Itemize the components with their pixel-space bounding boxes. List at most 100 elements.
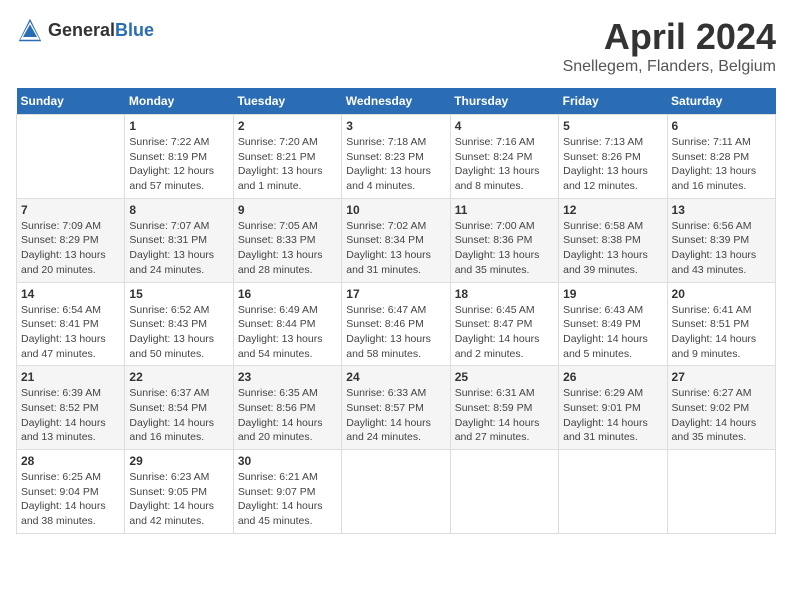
- day-info: Sunrise: 6:43 AM Sunset: 8:49 PM Dayligh…: [563, 303, 662, 362]
- calendar-cell: [17, 115, 125, 199]
- day-info: Sunrise: 7:05 AM Sunset: 8:33 PM Dayligh…: [238, 219, 337, 278]
- calendar-cell: 10 Sunrise: 7:02 AM Sunset: 8:34 PM Dayli…: [342, 198, 450, 282]
- day-number: 21: [21, 370, 120, 384]
- logo-text-general: General: [48, 20, 115, 40]
- day-number: 16: [238, 287, 337, 301]
- day-info: Sunrise: 6:31 AM Sunset: 8:59 PM Dayligh…: [455, 386, 554, 445]
- day-number: 25: [455, 370, 554, 384]
- day-info: Sunrise: 7:20 AM Sunset: 8:21 PM Dayligh…: [238, 135, 337, 194]
- day-number: 14: [21, 287, 120, 301]
- week-row-4: 21 Sunrise: 6:39 AM Sunset: 8:52 PM Dayli…: [17, 366, 776, 450]
- day-number: 2: [238, 119, 337, 133]
- calendar-table: SundayMondayTuesdayWednesdayThursdayFrid…: [16, 88, 776, 534]
- calendar-cell: 4Sunrise: 7:16 AM Sunset: 8:24 PM Daylig…: [450, 115, 558, 199]
- day-header-sunday: Sunday: [17, 88, 125, 115]
- calendar-cell: 30 Sunrise: 6:21 AM Sunset: 9:07 PM Dayli…: [233, 450, 341, 534]
- day-number: 12: [563, 203, 662, 217]
- calendar-cell: 25 Sunrise: 6:31 AM Sunset: 8:59 PM Dayli…: [450, 366, 558, 450]
- calendar-cell: 2 Sunrise: 7:20 AM Sunset: 8:21 PM Daylig…: [233, 115, 341, 199]
- logo-icon: [16, 16, 44, 44]
- day-info: Sunrise: 6:33 AM Sunset: 8:57 PM Dayligh…: [346, 386, 445, 445]
- calendar-cell: 28 Sunrise: 6:25 AM Sunset: 9:04 PM Dayli…: [17, 450, 125, 534]
- calendar-cell: 17Sunrise: 6:47 AM Sunset: 8:46 PM Dayli…: [342, 282, 450, 366]
- day-header-monday: Monday: [125, 88, 233, 115]
- day-number: 27: [672, 370, 771, 384]
- calendar-cell: 22 Sunrise: 6:37 AM Sunset: 8:54 PM Dayli…: [125, 366, 233, 450]
- calendar-cell: 26Sunrise: 6:29 AM Sunset: 9:01 PM Dayli…: [559, 366, 667, 450]
- day-info: Sunrise: 6:21 AM Sunset: 9:07 PM Dayligh…: [238, 470, 337, 529]
- calendar-cell: 9Sunrise: 7:05 AM Sunset: 8:33 PM Daylig…: [233, 198, 341, 282]
- header: GeneralBlue April 2024 Snellegem, Flande…: [16, 16, 776, 76]
- week-row-1: 1Sunrise: 7:22 AM Sunset: 8:19 PM Daylig…: [17, 115, 776, 199]
- day-number: 5: [563, 119, 662, 133]
- day-number: 28: [21, 454, 120, 468]
- day-info: Sunrise: 6:23 AM Sunset: 9:05 PM Dayligh…: [129, 470, 228, 529]
- calendar-cell: 5Sunrise: 7:13 AM Sunset: 8:26 PM Daylig…: [559, 115, 667, 199]
- calendar-cell: 24 Sunrise: 6:33 AM Sunset: 8:57 PM Dayli…: [342, 366, 450, 450]
- calendar-cell: 18 Sunrise: 6:45 AM Sunset: 8:47 PM Dayli…: [450, 282, 558, 366]
- day-number: 11: [455, 203, 554, 217]
- calendar-cell: 29Sunrise: 6:23 AM Sunset: 9:05 PM Dayli…: [125, 450, 233, 534]
- day-info: Sunrise: 6:37 AM Sunset: 8:54 PM Dayligh…: [129, 386, 228, 445]
- day-info: Sunrise: 6:27 AM Sunset: 9:02 PM Dayligh…: [672, 386, 771, 445]
- day-number: 4: [455, 119, 554, 133]
- calendar-cell: [342, 450, 450, 534]
- day-number: 18: [455, 287, 554, 301]
- location-title: Snellegem, Flanders, Belgium: [563, 58, 776, 76]
- day-header-wednesday: Wednesday: [342, 88, 450, 115]
- day-number: 10: [346, 203, 445, 217]
- calendar-cell: [450, 450, 558, 534]
- day-info: Sunrise: 7:09 AM Sunset: 8:29 PM Dayligh…: [21, 219, 120, 278]
- day-info: Sunrise: 7:07 AM Sunset: 8:31 PM Dayligh…: [129, 219, 228, 278]
- calendar-cell: 13Sunrise: 6:56 AM Sunset: 8:39 PM Dayli…: [667, 198, 775, 282]
- day-number: 24: [346, 370, 445, 384]
- day-number: 17: [346, 287, 445, 301]
- week-row-5: 28 Sunrise: 6:25 AM Sunset: 9:04 PM Dayli…: [17, 450, 776, 534]
- calendar-cell: 8 Sunrise: 7:07 AM Sunset: 8:31 PM Daylig…: [125, 198, 233, 282]
- day-number: 22: [129, 370, 228, 384]
- calendar-cell: [667, 450, 775, 534]
- day-number: 13: [672, 203, 771, 217]
- calendar-cell: 21 Sunrise: 6:39 AM Sunset: 8:52 PM Dayli…: [17, 366, 125, 450]
- calendar-cell: 14Sunrise: 6:54 AM Sunset: 8:41 PM Dayli…: [17, 282, 125, 366]
- day-info: Sunrise: 7:02 AM Sunset: 8:34 PM Dayligh…: [346, 219, 445, 278]
- day-header-thursday: Thursday: [450, 88, 558, 115]
- calendar-cell: 16 Sunrise: 6:49 AM Sunset: 8:44 PM Dayli…: [233, 282, 341, 366]
- day-info: Sunrise: 6:25 AM Sunset: 9:04 PM Dayligh…: [21, 470, 120, 529]
- day-info: Sunrise: 6:39 AM Sunset: 8:52 PM Dayligh…: [21, 386, 120, 445]
- month-title: April 2024: [563, 16, 776, 58]
- day-number: 8: [129, 203, 228, 217]
- day-number: 20: [672, 287, 771, 301]
- title-area: April 2024 Snellegem, Flanders, Belgium: [563, 16, 776, 76]
- calendar-cell: 23 Sunrise: 6:35 AM Sunset: 8:56 PM Dayli…: [233, 366, 341, 450]
- day-number: 23: [238, 370, 337, 384]
- day-number: 15: [129, 287, 228, 301]
- day-number: 6: [672, 119, 771, 133]
- day-info: Sunrise: 6:35 AM Sunset: 8:56 PM Dayligh…: [238, 386, 337, 445]
- day-info: Sunrise: 6:58 AM Sunset: 8:38 PM Dayligh…: [563, 219, 662, 278]
- logo-text-blue: Blue: [115, 20, 154, 40]
- day-info: Sunrise: 7:00 AM Sunset: 8:36 PM Dayligh…: [455, 219, 554, 278]
- calendar-cell: 15Sunrise: 6:52 AM Sunset: 8:43 PM Dayli…: [125, 282, 233, 366]
- calendar-cell: 27 Sunrise: 6:27 AM Sunset: 9:02 PM Dayli…: [667, 366, 775, 450]
- day-number: 19: [563, 287, 662, 301]
- day-number: 7: [21, 203, 120, 217]
- day-info: Sunrise: 6:41 AM Sunset: 8:51 PM Dayligh…: [672, 303, 771, 362]
- week-row-3: 14Sunrise: 6:54 AM Sunset: 8:41 PM Dayli…: [17, 282, 776, 366]
- day-number: 30: [238, 454, 337, 468]
- day-info: Sunrise: 6:49 AM Sunset: 8:44 PM Dayligh…: [238, 303, 337, 362]
- calendar-cell: 3 Sunrise: 7:18 AM Sunset: 8:23 PM Daylig…: [342, 115, 450, 199]
- calendar-cell: 7 Sunrise: 7:09 AM Sunset: 8:29 PM Daylig…: [17, 198, 125, 282]
- calendar-cell: 12 Sunrise: 6:58 AM Sunset: 8:38 PM Dayli…: [559, 198, 667, 282]
- week-row-2: 7 Sunrise: 7:09 AM Sunset: 8:29 PM Daylig…: [17, 198, 776, 282]
- logo: GeneralBlue: [16, 16, 154, 44]
- day-header-saturday: Saturday: [667, 88, 775, 115]
- calendar-cell: 1Sunrise: 7:22 AM Sunset: 8:19 PM Daylig…: [125, 115, 233, 199]
- day-number: 1: [129, 119, 228, 133]
- day-header-friday: Friday: [559, 88, 667, 115]
- day-info: Sunrise: 7:18 AM Sunset: 8:23 PM Dayligh…: [346, 135, 445, 194]
- day-number: 3: [346, 119, 445, 133]
- day-header-tuesday: Tuesday: [233, 88, 341, 115]
- day-info: Sunrise: 6:45 AM Sunset: 8:47 PM Dayligh…: [455, 303, 554, 362]
- calendar-cell: 20 Sunrise: 6:41 AM Sunset: 8:51 PM Dayli…: [667, 282, 775, 366]
